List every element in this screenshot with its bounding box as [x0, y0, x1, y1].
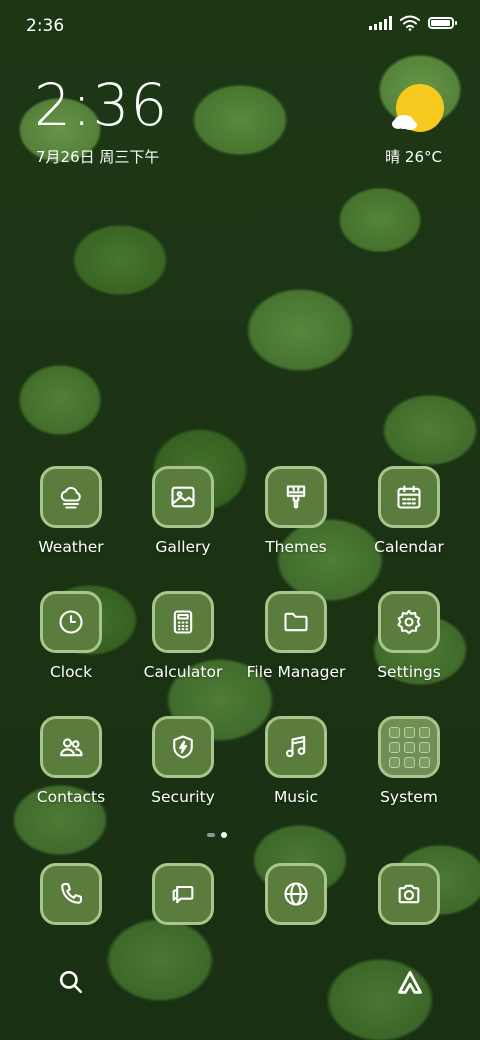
app-security[interactable]: Security: [128, 716, 238, 826]
folder-grid-icon: [378, 716, 440, 778]
clock-widget-time[interactable]: 2:36: [34, 76, 168, 134]
app-file-manager[interactable]: File Manager: [241, 591, 351, 701]
app-settings[interactable]: Settings: [354, 591, 464, 701]
search-icon[interactable]: [58, 969, 84, 995]
music-note-icon: [265, 716, 327, 778]
page-indicator[interactable]: [207, 832, 227, 838]
status-icons: [369, 15, 457, 31]
contacts-icon: [40, 716, 102, 778]
weather-widget-text[interactable]: 晴 26°C: [385, 146, 442, 167]
clock-icon: [40, 591, 102, 653]
phone-icon: [40, 863, 102, 925]
image-icon: [152, 466, 214, 528]
shield-bolt-icon: [152, 716, 214, 778]
clock-widget-date[interactable]: 7月26日 周三下午: [36, 146, 159, 167]
assistant-icon[interactable]: [396, 969, 424, 997]
app-label: Settings: [377, 663, 441, 681]
page-dot-active[interactable]: [221, 832, 227, 838]
battery-icon: [428, 17, 457, 29]
page-dot[interactable]: [207, 833, 215, 837]
status-bar: 2:36: [0, 0, 480, 48]
app-folder-system[interactable]: System: [354, 716, 464, 826]
weather-cloud-icon: [40, 466, 102, 528]
paintbrush-icon: [265, 466, 327, 528]
messages-icon: [152, 863, 214, 925]
status-time: 2:36: [26, 16, 65, 36]
app-contacts[interactable]: Contacts: [16, 716, 126, 826]
app-music[interactable]: Music: [241, 716, 351, 826]
gear-icon: [378, 591, 440, 653]
bottom-bar: [0, 955, 480, 1015]
wifi-icon: [400, 15, 420, 31]
signal-icon: [369, 16, 392, 30]
app-calculator[interactable]: Calculator: [128, 591, 238, 701]
app-clock[interactable]: Clock: [16, 591, 126, 701]
folder-icon: [265, 591, 327, 653]
browser-globe-icon: [265, 863, 327, 925]
app-label: System: [380, 788, 438, 806]
app-themes[interactable]: Themes: [241, 466, 351, 576]
camera-icon: [378, 863, 440, 925]
calendar-icon: [378, 466, 440, 528]
app-weather[interactable]: Weather: [16, 466, 126, 576]
app-gallery[interactable]: Gallery: [128, 466, 238, 576]
app-label: Calendar: [374, 538, 444, 556]
app-calendar[interactable]: Calendar: [354, 466, 464, 576]
calculator-icon: [152, 591, 214, 653]
partly-sunny-icon[interactable]: [392, 84, 444, 136]
